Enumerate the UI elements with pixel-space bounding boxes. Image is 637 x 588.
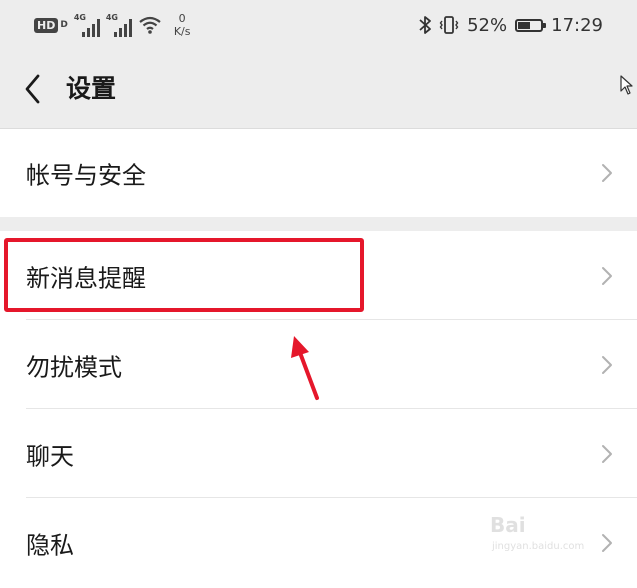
wifi-icon xyxy=(139,16,161,34)
battery-percent: 52% xyxy=(467,14,508,36)
chevron-right-icon xyxy=(602,266,612,285)
bluetooth-icon xyxy=(419,16,432,34)
settings-item-label: 勿扰模式 xyxy=(26,353,122,381)
signal-icon: 4G xyxy=(74,13,100,37)
chevron-right-icon xyxy=(602,164,612,182)
nav-bar: 设置 xyxy=(0,50,637,129)
settings-item-label: 新消息提醒 xyxy=(26,264,146,292)
speed-value: 0 xyxy=(178,12,186,25)
vibrate-icon xyxy=(439,16,459,34)
battery-icon xyxy=(515,18,547,32)
chevron-right-icon xyxy=(602,355,612,374)
settings-item-privacy[interactable]: 隐私 xyxy=(0,498,637,588)
hd-sub-icon: D xyxy=(60,20,68,30)
network-speed: 0 K/s xyxy=(174,12,191,38)
settings-item-account-security[interactable]: 帐号与安全 xyxy=(0,129,637,217)
speed-unit: K/s xyxy=(173,25,191,38)
settings-group-account: 帐号与安全 xyxy=(0,129,637,217)
chevron-right-icon xyxy=(602,534,612,552)
settings-item-label: 聊天 xyxy=(26,442,74,470)
chevron-left-icon xyxy=(25,74,40,104)
settings-item-chat[interactable]: 聊天 xyxy=(0,409,637,498)
network-type-label: 4G xyxy=(105,13,118,22)
mouse-cursor-icon xyxy=(620,75,633,95)
clock: 17:29 xyxy=(551,14,603,36)
back-button[interactable] xyxy=(20,72,50,106)
signal-icon: 4G xyxy=(106,13,132,37)
page-title: 设置 xyxy=(66,74,117,103)
settings-item-label: 隐私 xyxy=(26,531,74,560)
settings-item-do-not-disturb[interactable]: 勿扰模式 xyxy=(0,320,637,409)
network-type-label: 4G xyxy=(73,13,86,22)
hd-icon: HD xyxy=(34,17,59,33)
chevron-right-icon xyxy=(602,444,612,463)
settings-group-general: 新消息提醒 勿扰模式 聊天 隐私 xyxy=(0,231,637,588)
status-left-icons: HD D 4G 4G 0 K/s xyxy=(34,10,190,40)
status-right-icons: 52% 17:29 xyxy=(419,10,603,40)
settings-item-new-message-notification[interactable]: 新消息提醒 xyxy=(0,231,637,320)
settings-item-label: 帐号与安全 xyxy=(26,161,146,190)
status-bar: HD D 4G 4G 0 K/s 52% 17:29 xyxy=(0,0,637,50)
battery-fill xyxy=(518,21,530,29)
